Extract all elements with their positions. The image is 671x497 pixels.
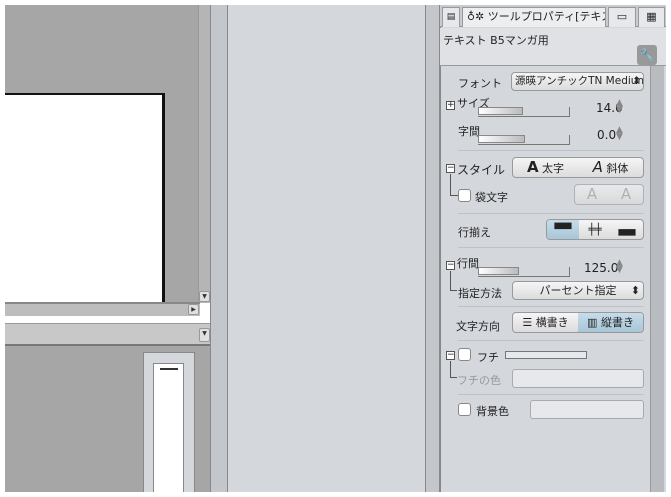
font-value: 源暎アンチックTN Medium: [515, 75, 644, 87]
method-label: 指定方法: [458, 287, 502, 300]
edge-color-field[interactable]: [512, 369, 644, 388]
subtool-header: テキスト B5マンガ用 🔧: [440, 28, 666, 66]
tree-line: [450, 174, 458, 196]
navigator-preview[interactable]: [153, 363, 184, 492]
divider: [458, 213, 644, 214]
edge-width-slider[interactable]: [505, 351, 587, 359]
pane-divider[interactable]: [425, 5, 440, 492]
edge-color-label: フチの色: [457, 374, 501, 387]
style-label: スタイル: [457, 163, 506, 177]
align-top-button[interactable]: ▀▀: [547, 220, 579, 239]
divider: [458, 394, 644, 395]
divider: [458, 150, 644, 151]
panel-menu-dropdown[interactable]: ▼: [199, 328, 210, 342]
collapse-icon[interactable]: −: [446, 351, 455, 360]
method-select[interactable]: パーセント指定 ⬍: [512, 281, 644, 300]
preview-mark: [159, 368, 178, 370]
horizontal-text-icon: ☰: [522, 316, 533, 329]
tab-bar: ▤ ♁✲ ツールプロパティ[テキス ▭ ▦: [440, 5, 666, 27]
horizontal-scrollbar[interactable]: [5, 302, 200, 316]
outline-style-select[interactable]: AA: [574, 184, 644, 205]
spacing-spinner[interactable]: ▲ ▼: [616, 126, 623, 142]
spacing-value[interactable]: 0.0: [597, 128, 616, 142]
collapse-icon[interactable]: −: [446, 164, 455, 173]
align-bottom-button[interactable]: ▄▄: [611, 220, 643, 239]
vertical-text-icon: ▥: [587, 316, 598, 329]
italic-button[interactable]: A 斜体: [578, 158, 643, 177]
divider: [458, 247, 644, 248]
style-buttons: A 太字 A 斜体: [512, 157, 644, 178]
divider: [458, 340, 644, 341]
tab-tool-property[interactable]: ♁✲ ツールプロパティ[テキス: [462, 7, 606, 27]
panel-menu-icon[interactable]: ▤: [442, 7, 460, 27]
size-slider[interactable]: [478, 107, 570, 117]
updown-icon: ⬍: [630, 284, 640, 297]
bg-color-field[interactable]: [530, 400, 644, 419]
line-spacing-slider[interactable]: [478, 267, 570, 277]
vertical-button[interactable]: ▥ 縦書き: [578, 313, 643, 332]
tab-grid-icon[interactable]: ▦: [638, 7, 665, 27]
font-label: フォント: [458, 77, 502, 90]
line-spacing-label: 行間: [457, 257, 479, 270]
pane-divider[interactable]: [210, 5, 228, 492]
size-spinner[interactable]: ▲ ▼: [616, 99, 623, 115]
direction-buttons: ☰ 横書き ▥ 縦書き: [512, 312, 644, 333]
layer-panel-bar: [5, 323, 210, 346]
bg-color-label: 背景色: [476, 405, 509, 418]
tab-timeline-icon[interactable]: ▭: [608, 7, 636, 27]
divider: [458, 306, 644, 307]
edge-checkbox[interactable]: [458, 348, 471, 361]
updown-icon: ⬍: [632, 75, 641, 87]
edge-label: フチ: [477, 351, 499, 364]
canvas-page: [5, 93, 165, 303]
font-select[interactable]: 源暎アンチックTN Medium ⬍: [511, 72, 644, 91]
wrench-icon[interactable]: 🔧: [637, 45, 657, 65]
align-label: 行揃え: [458, 226, 491, 239]
property-scrollbar[interactable]: [650, 66, 664, 492]
tree-line: [450, 361, 457, 378]
pen-icon: ♁✲: [467, 10, 485, 23]
bold-button[interactable]: A 太字: [513, 158, 578, 177]
horizontal-button[interactable]: ☰ 横書き: [513, 313, 578, 332]
method-value: パーセント指定: [539, 284, 617, 297]
collapse-icon[interactable]: −: [446, 261, 455, 270]
align-buttons: ▀▀ ╪╪ ▄▄: [546, 219, 644, 240]
tree-line: [450, 271, 457, 291]
scroll-right-button[interactable]: ▶: [188, 304, 199, 315]
align-center-button[interactable]: ╪╪: [579, 220, 611, 239]
scroll-down-button[interactable]: ▼: [199, 291, 210, 302]
middle-pane: [228, 5, 425, 492]
subtool-name: テキスト B5マンガ用: [443, 34, 549, 47]
outline-text-label: 袋文字: [475, 191, 508, 204]
spacing-label: 字間: [458, 125, 480, 138]
direction-label: 文字方向: [456, 320, 500, 333]
vertical-scrollbar[interactable]: [198, 5, 210, 303]
line-spacing-value[interactable]: 125.0: [584, 261, 618, 275]
expand-icon[interactable]: +: [446, 101, 455, 110]
line-spacing-spinner[interactable]: ▲ ▼: [616, 259, 623, 275]
bg-color-checkbox[interactable]: [458, 403, 471, 416]
spacing-slider[interactable]: [478, 135, 570, 145]
outline-text-checkbox[interactable]: [458, 189, 471, 202]
